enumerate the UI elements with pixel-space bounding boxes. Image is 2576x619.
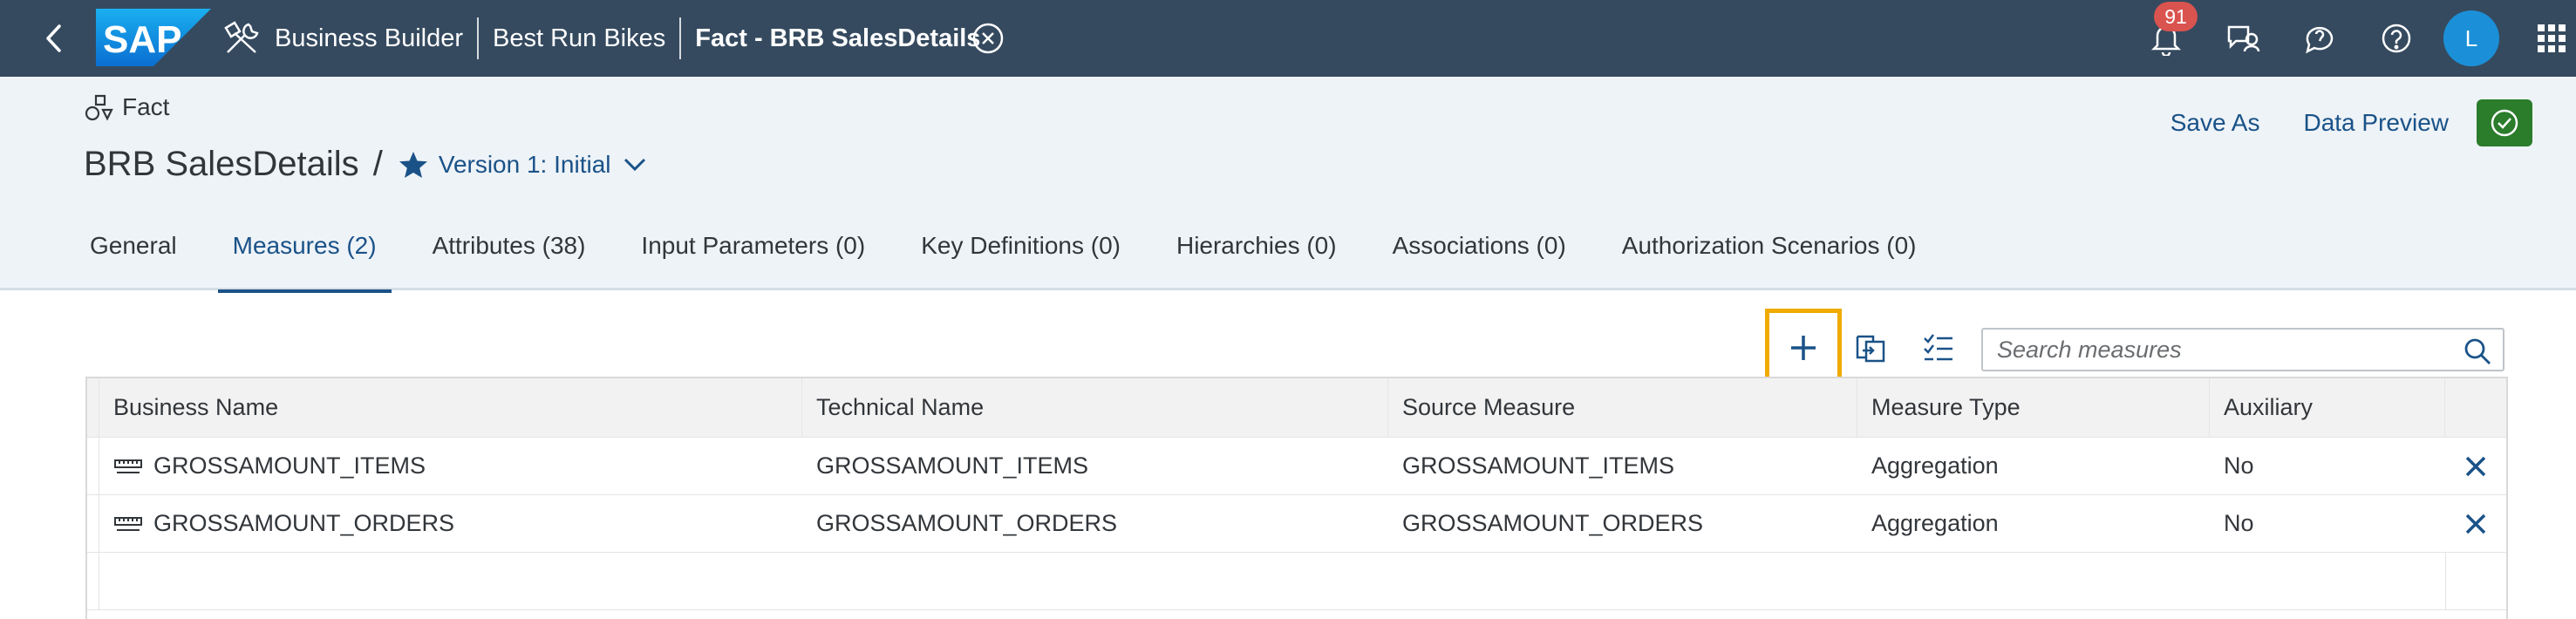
column-header-actions: [2445, 378, 2506, 437]
object-type: Fact: [84, 92, 169, 122]
back-button[interactable]: [37, 21, 72, 56]
cell-business-name: GROSSAMOUNT_ITEMS: [99, 438, 802, 494]
measures-table: Business Name Technical Name Source Meas…: [85, 377, 2508, 619]
cell-measure-type: Aggregation: [1871, 510, 1999, 536]
add-icon: [1791, 336, 1816, 360]
column-header-source-measure[interactable]: Source Measure: [1388, 378, 1857, 437]
checklist-icon: [1924, 334, 1952, 361]
copy-from-source-button[interactable]: [1852, 330, 1889, 366]
copy-icon: [1856, 335, 1885, 363]
search-field: [1981, 328, 2504, 371]
page-title: BRB SalesDetails: [84, 145, 359, 183]
cell-measure-type: Aggregation: [1871, 452, 1999, 479]
empty-cell: [2210, 553, 2445, 609]
star-icon: [399, 151, 427, 178]
cell-source-measure: GROSSAMOUNT_ITEMS: [1402, 452, 1675, 479]
cell-auxiliary: No: [2224, 510, 2254, 536]
logo-text: SAP: [103, 18, 181, 61]
close-object-button[interactable]: [971, 22, 1005, 55]
close-circle-icon: [972, 23, 1004, 54]
tab-key-definitions[interactable]: Key Definitions (0): [906, 232, 1135, 290]
cell-technical-name: GROSSAMOUNT_ORDERS: [816, 510, 1118, 536]
column-header-auxiliary[interactable]: Auxiliary: [2210, 378, 2445, 437]
app-grid-icon[interactable]: [2538, 24, 2566, 52]
fact-icon: [85, 94, 113, 121]
empty-cell: [1857, 553, 2210, 609]
title-row: BRB SalesDetails / Version 1: Initial: [84, 145, 658, 184]
tab-hierarchies[interactable]: Hierarchies (0): [1162, 232, 1352, 290]
row-selector[interactable]: [87, 438, 99, 494]
column-header-technical-name[interactable]: Technical Name: [802, 378, 1388, 437]
empty-cell: [1388, 553, 1857, 609]
version-selector[interactable]: Version 1: Initial: [399, 151, 658, 179]
tab-measures[interactable]: Measures (2): [217, 232, 392, 293]
cell-business-name: GROSSAMOUNT_ORDERS: [99, 495, 802, 552]
tab-input-parameters[interactable]: Input Parameters (0): [626, 232, 880, 290]
search-input[interactable]: [1983, 336, 2454, 364]
chat-button[interactable]: [2300, 19, 2339, 58]
tab-bar: General Measures (2) Attributes (38) Inp…: [75, 232, 1932, 293]
empty-cell: [99, 553, 802, 609]
breadcrumb-business-builder[interactable]: Business Builder: [275, 24, 477, 53]
column-header-measure-type[interactable]: Measure Type: [1857, 378, 2210, 437]
empty-cell: [2445, 553, 2506, 609]
save-as-button[interactable]: Save As: [2171, 109, 2260, 137]
cell-source-measure: GROSSAMOUNT_ORDERS: [1402, 510, 1704, 536]
breadcrumb-separator: [477, 17, 479, 59]
table-header: Business Name Technical Name Source Meas…: [87, 378, 2506, 438]
version-label: Version 1: Initial: [438, 150, 611, 178]
user-avatar[interactable]: L: [2443, 10, 2499, 66]
check-button[interactable]: [2477, 99, 2532, 146]
breadcrumb-best-run-bikes[interactable]: Best Run Bikes: [479, 24, 679, 53]
add-measure-button[interactable]: [1765, 309, 1842, 387]
empty-table-row[interactable]: [87, 553, 2506, 610]
check-icon: [2491, 109, 2518, 137]
breadcrumb: Business Builder Best Run Bikes Fact - B…: [275, 0, 994, 77]
delete-row-button[interactable]: [2445, 495, 2506, 552]
help-button[interactable]: [2377, 19, 2416, 58]
header-selector-cell: [87, 378, 99, 437]
business-name-value: GROSSAMOUNT_ITEMS: [153, 452, 426, 479]
breadcrumb-current: Fact - BRB SalesDetails: [695, 24, 981, 52]
help-icon: [2382, 24, 2411, 53]
cell-technical-name: GROSSAMOUNT_ITEMS: [816, 452, 1089, 479]
notification-badge: 91: [2154, 2, 2198, 31]
business-name-value: GROSSAMOUNT_ORDERS: [153, 510, 455, 536]
data-preview-button[interactable]: Data Preview: [2303, 109, 2449, 137]
chevron-down-icon: [624, 158, 646, 171]
object-type-label: Fact: [122, 93, 170, 120]
breadcrumb-separator: [679, 17, 682, 59]
chat-icon: [2306, 26, 2334, 54]
delete-icon: [2465, 514, 2486, 534]
tab-associations[interactable]: Associations (0): [1378, 232, 1581, 290]
sap-logo[interactable]: SAP: [96, 9, 211, 66]
title-separator: /: [372, 145, 383, 183]
back-icon: [46, 24, 61, 52]
select-measures-button[interactable]: [1920, 330, 1957, 366]
header-actions: Save As Data Preview: [2171, 99, 2576, 146]
search-icon[interactable]: [2463, 337, 2492, 366]
shell-bar: SAP Business Builder Best Run Bikes Fact…: [0, 0, 2576, 77]
cell-auxiliary: No: [2224, 452, 2254, 479]
feedback-button[interactable]: [2224, 19, 2262, 58]
object-header: Fact BRB SalesDetails / Version 1: Initi…: [0, 77, 2576, 293]
column-header-business-name[interactable]: Business Name: [99, 378, 802, 437]
tab-attributes[interactable]: Attributes (38): [418, 232, 601, 290]
tab-general[interactable]: General: [75, 232, 192, 290]
tab-authorization-scenarios[interactable]: Authorization Scenarios (0): [1607, 232, 1932, 290]
empty-cell: [802, 553, 1388, 609]
measure-icon: [114, 516, 142, 531]
measure-icon: [114, 459, 142, 473]
feedback-icon: [2227, 25, 2260, 52]
delete-row-button[interactable]: [2445, 438, 2506, 494]
delete-icon: [2465, 456, 2486, 476]
table-row[interactable]: GROSSAMOUNT_ITEMS GROSSAMOUNT_ITEMS GROS…: [87, 438, 2506, 495]
row-selector[interactable]: [87, 495, 99, 552]
builder-icon: [222, 19, 262, 58]
table-row[interactable]: GROSSAMOUNT_ORDERS GROSSAMOUNT_ORDERS GR…: [87, 495, 2506, 553]
row-selector[interactable]: [87, 553, 99, 609]
